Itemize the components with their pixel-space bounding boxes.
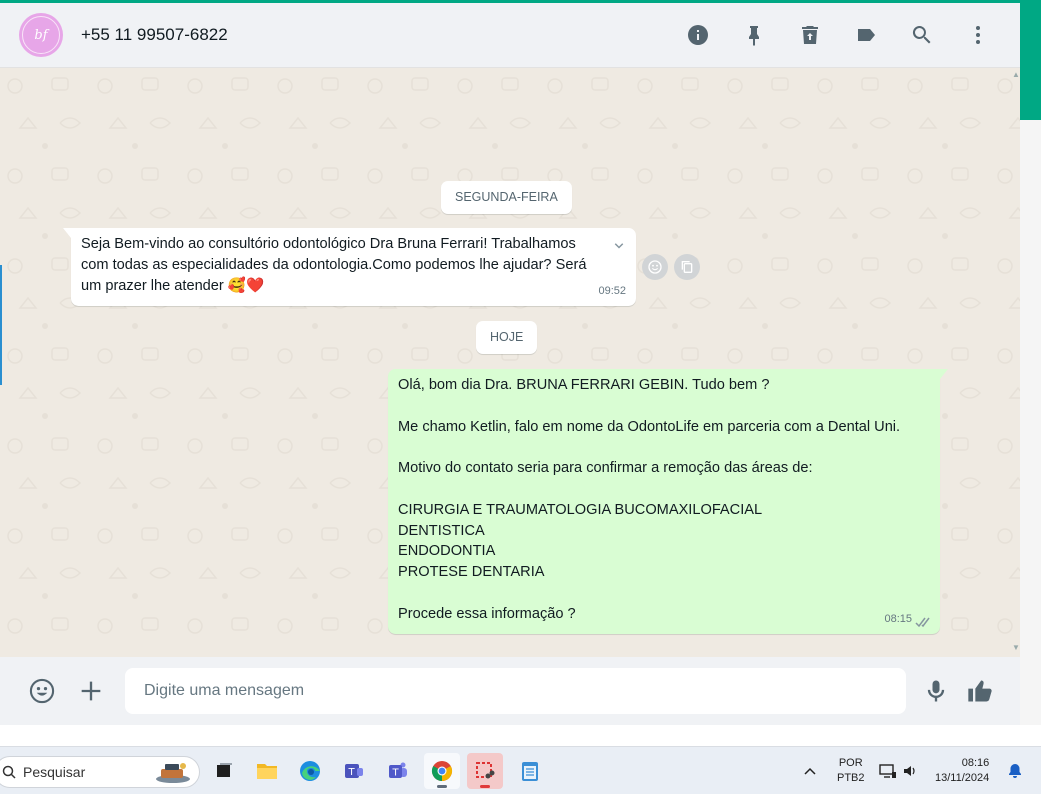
double-check-icon [915, 617, 930, 628]
windows-taskbar: Pesquisar T T POR PTB2 08:16 13/11/2024 [0, 746, 1041, 794]
message-line [398, 583, 938, 604]
system-tray-icons[interactable] [879, 747, 917, 794]
svg-text:T: T [392, 768, 400, 779]
edge-browser-icon[interactable] [292, 753, 328, 789]
message-line: Olá, bom dia Dra. BRUNA FERRARI GEBIN. T… [398, 377, 770, 393]
pin-icon[interactable] [737, 18, 771, 52]
message-text: Seja Bem-vindo ao consultório odontológi… [81, 234, 609, 296]
outgoing-message[interactable]: Olá, bom dia Dra. BRUNA FERRARI GEBIN. T… [388, 369, 948, 634]
keyboard-layout: PTB2 [837, 771, 865, 784]
thumbs-up-icon[interactable] [960, 671, 1000, 711]
svg-text:T: T [348, 767, 356, 778]
message-line: Me chamo Ketlin, falo em nome da OdontoL… [398, 418, 901, 435]
message-line: Procede essa informação ? [398, 605, 576, 622]
message-line: ENDODONTIA [398, 543, 496, 560]
search-icon[interactable] [905, 18, 939, 52]
volume-icon [904, 765, 915, 776]
copy-icon[interactable] [674, 254, 700, 280]
attach-plus-icon[interactable] [71, 671, 111, 711]
notepad-icon[interactable] [512, 753, 548, 789]
chrome-icon[interactable] [424, 753, 460, 789]
message-line: PROTESE DENTARIA [398, 564, 545, 581]
taskbar-clock[interactable]: 08:16 13/11/2024 [935, 747, 989, 794]
message-input[interactable] [125, 668, 906, 714]
bubble-tail [940, 369, 948, 379]
message-line: CIRURGIA E TRAUMATOLOGIA BUCOMAXILOFACIA… [398, 501, 763, 518]
more-icon[interactable] [961, 18, 995, 52]
chat-area[interactable]: ▲ SEGUNDA-FEIRA Seja Bem-vindo ao consul… [0, 68, 1020, 657]
message-text: Olá, bom dia Dra. BRUNA FERRARI GEBIN. T… [398, 375, 938, 625]
scroll-down-arrow[interactable]: ▼ [1012, 643, 1020, 652]
window-right-gutter [1020, 120, 1041, 746]
trash-icon[interactable] [793, 18, 827, 52]
search-icon [2, 765, 16, 779]
search-highlight-illustration-icon [156, 763, 190, 783]
bubble-tail [63, 228, 71, 238]
tray-overflow-chevron-icon[interactable] [803, 747, 817, 794]
notification-bell-icon[interactable] [1007, 747, 1023, 794]
emoji-icon[interactable] [22, 671, 62, 711]
message-time: 09:52 [598, 285, 626, 298]
header-actions [681, 3, 995, 67]
avatar-initials: bf [34, 27, 48, 43]
info-icon[interactable] [681, 18, 715, 52]
avatar-ring: bf [22, 16, 60, 54]
file-explorer-icon[interactable] [249, 753, 285, 789]
contact-avatar[interactable]: bf [19, 13, 63, 57]
message-menu-chevron-icon[interactable] [604, 236, 628, 256]
incoming-message[interactable]: Seja Bem-vindo ao consultório odontológi… [63, 228, 636, 306]
microphone-icon[interactable] [916, 671, 956, 711]
message-line [398, 479, 938, 500]
message-line: Motivo do contato seria para confirmar a… [398, 460, 813, 477]
contact-name[interactable]: +55 11 99507-6822 [81, 25, 228, 45]
clock-time: 08:16 [961, 756, 990, 769]
message-line: um prazer lhe atender 🥰❤️ [81, 277, 265, 294]
teams-icon[interactable]: T [380, 753, 416, 789]
react-emoji-icon[interactable] [642, 254, 668, 280]
message-line [398, 437, 938, 458]
clock-date: 13/11/2024 [935, 771, 990, 784]
message-line: Seja Bem-vindo ao consultório odontológi… [81, 236, 576, 252]
message-time: 08:15 [884, 613, 912, 626]
teams-work-icon[interactable]: T [336, 753, 372, 789]
language-code: POR [838, 756, 863, 769]
scroll-up-arrow[interactable]: ▲ [1012, 70, 1020, 79]
date-chip-monday: SEGUNDA-FEIRA [441, 181, 572, 214]
chat-header: bf +55 11 99507-6822 [0, 3, 1020, 68]
task-view-icon[interactable] [206, 753, 242, 789]
composer-bar [0, 657, 1020, 725]
message-line: com todas as especialidades da odontolog… [81, 256, 587, 273]
message-line [398, 396, 938, 417]
network-icon [879, 763, 896, 778]
snipping-tool-icon[interactable] [467, 753, 503, 789]
message-line: DENTISTICA [398, 522, 485, 539]
language-indicator[interactable]: POR PTB2 [837, 747, 865, 794]
taskbar-search-label: Pesquisar [23, 764, 86, 780]
window-accent-side [1020, 0, 1041, 120]
label-icon[interactable] [849, 18, 883, 52]
date-chip-today: HOJE [476, 321, 538, 354]
taskbar-search[interactable]: Pesquisar [0, 756, 200, 788]
window-bottom-gap [0, 725, 1041, 746]
window-left-edge [0, 265, 2, 385]
